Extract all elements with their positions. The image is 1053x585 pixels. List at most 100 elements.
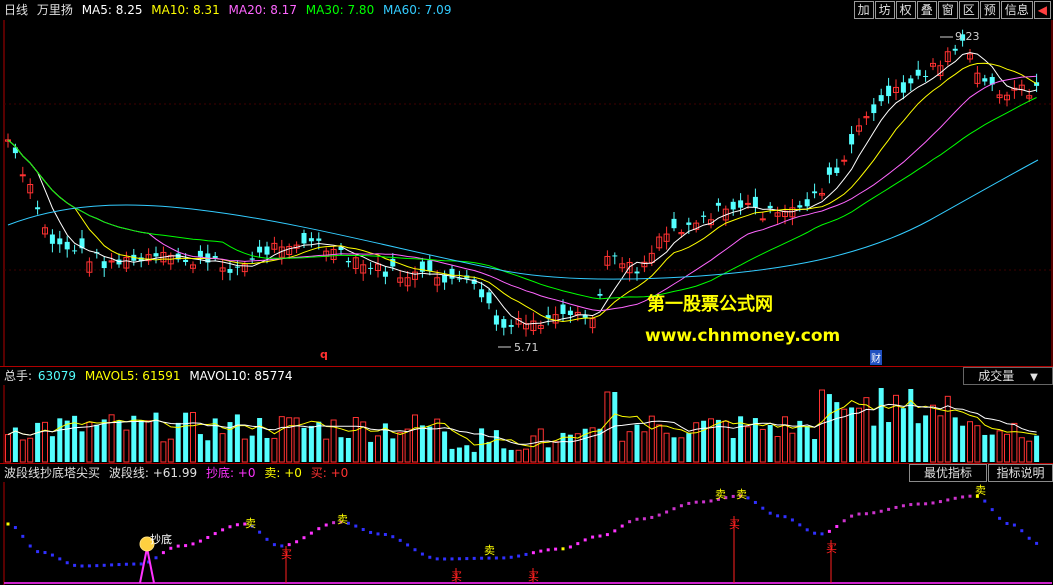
volume-bar-down <box>878 388 884 462</box>
band-line-dot <box>420 552 424 556</box>
volume-chart[interactable] <box>0 367 1053 463</box>
band-line-dot <box>295 540 299 544</box>
band-line-dot <box>591 535 595 539</box>
band-line-dot <box>850 514 854 518</box>
candle-down <box>826 167 832 175</box>
volume-bar-up <box>1004 433 1010 463</box>
volume-bar-up <box>160 441 167 463</box>
indicator-panel[interactable]: 波段线抄底塔尖买 波段线: +61.99 抄底: +0 卖: +0 买: +0 … <box>0 464 1053 585</box>
band-line-dot <box>953 496 957 500</box>
band-line-dot <box>665 510 669 514</box>
volume-bar-up <box>789 432 796 463</box>
volume-bar-up <box>967 421 973 463</box>
band-line-dot <box>531 551 535 555</box>
candle-down <box>227 269 233 273</box>
candlestick-chart[interactable] <box>0 0 1053 366</box>
event-marker-finance[interactable]: 财 <box>870 350 882 365</box>
volume-bar-up <box>241 438 248 463</box>
volume-bar-up <box>552 441 559 463</box>
band-line-dot <box>909 503 913 507</box>
band-line-dot <box>583 538 587 542</box>
sell-mark: 卖 <box>736 488 747 501</box>
band-line-dot <box>709 499 713 503</box>
candle-down <box>442 274 448 283</box>
candle-down <box>345 260 351 263</box>
band-line-dot <box>524 552 528 556</box>
band-line-dot <box>879 509 883 513</box>
band-line-dot <box>1005 521 1009 525</box>
band-line-dot <box>901 504 905 508</box>
band-line-dot <box>465 557 469 561</box>
price-panel[interactable]: 日线 万里扬 MA5: 8.25 MA10: 8.31 MA20: 8.17 M… <box>0 0 1053 366</box>
volume-bar-up <box>996 430 1003 463</box>
volume-bar-up <box>286 417 293 463</box>
volume-bar-down <box>116 420 122 462</box>
candle-down <box>234 266 240 268</box>
volume-bar-up <box>863 397 870 463</box>
band-line-dot <box>117 563 121 567</box>
volume-bar-down <box>131 415 137 462</box>
volume-bar-down <box>205 440 211 462</box>
band-line-dot <box>132 562 136 566</box>
band-line-dot <box>184 544 188 548</box>
candle-down <box>923 76 929 78</box>
band-line-dot <box>598 534 602 538</box>
volume-bar-up <box>974 425 981 463</box>
volume-bar-up <box>1018 437 1025 463</box>
candle-down <box>493 315 499 325</box>
sell-mark: 卖 <box>245 517 256 530</box>
band-line-dot <box>872 511 876 515</box>
volume-bar-up <box>937 415 944 463</box>
band-line-dot <box>820 532 824 536</box>
volume-panel[interactable]: 总手: 63079 MAVOL5: 61591 MAVOL10: 85774 成… <box>0 367 1053 463</box>
candle-down <box>479 289 485 298</box>
candle-down <box>701 215 707 217</box>
volume-bar-up <box>1011 422 1018 463</box>
candle-down <box>486 292 492 304</box>
volume-bar-up <box>271 437 278 463</box>
band-line-dot <box>687 501 691 505</box>
band-line-dot <box>620 524 624 528</box>
band-line-dot <box>1020 529 1024 533</box>
band-line-dot <box>457 557 461 561</box>
band-line-dot <box>221 528 225 532</box>
volume-bar-up <box>678 437 685 463</box>
candle-down <box>834 167 840 173</box>
band-line-dot <box>494 556 498 560</box>
volume-bar-up <box>930 404 936 463</box>
volume-bar-up <box>278 416 285 463</box>
chaodi-mark: 抄底 <box>150 532 172 546</box>
band-line-dot <box>798 523 802 527</box>
event-marker-q[interactable]: q <box>320 348 328 361</box>
volume-bar-down <box>952 417 958 462</box>
candle-down <box>57 238 63 245</box>
band-line-dot <box>161 551 165 555</box>
candle-up <box>19 174 26 177</box>
band-line-dot <box>58 557 62 561</box>
watermark-url: www.chnmoney.com <box>645 326 841 346</box>
volume-bar-down <box>464 445 470 462</box>
band-line-dot <box>924 502 928 506</box>
band-line-dot <box>650 515 654 519</box>
band-line-dot <box>206 535 210 539</box>
volume-bar-down <box>427 426 433 462</box>
volume-bar-down <box>671 437 677 462</box>
indicator-chart[interactable]: 抄底卖 卖卖卖卖卖买买 买买买 <box>0 464 1053 585</box>
band-line-dot <box>435 557 439 561</box>
volume-bar-up <box>774 436 781 463</box>
volume-bar-down <box>826 394 832 462</box>
volume-bar-up <box>42 421 48 463</box>
band-line-dot <box>679 504 683 508</box>
candle-down <box>508 325 514 327</box>
volume-bar-up <box>1026 440 1033 463</box>
band-line-dot <box>768 511 772 515</box>
volume-bar-up <box>856 407 862 463</box>
volume-bar-up <box>434 418 441 463</box>
candle-down <box>730 201 736 210</box>
volume-bar-down <box>923 415 929 462</box>
volume-bar-up <box>19 439 26 463</box>
volume-bar-up <box>515 449 522 463</box>
band-line-dot <box>702 500 706 504</box>
candle-down <box>301 233 307 244</box>
band-line-dot <box>990 508 994 512</box>
